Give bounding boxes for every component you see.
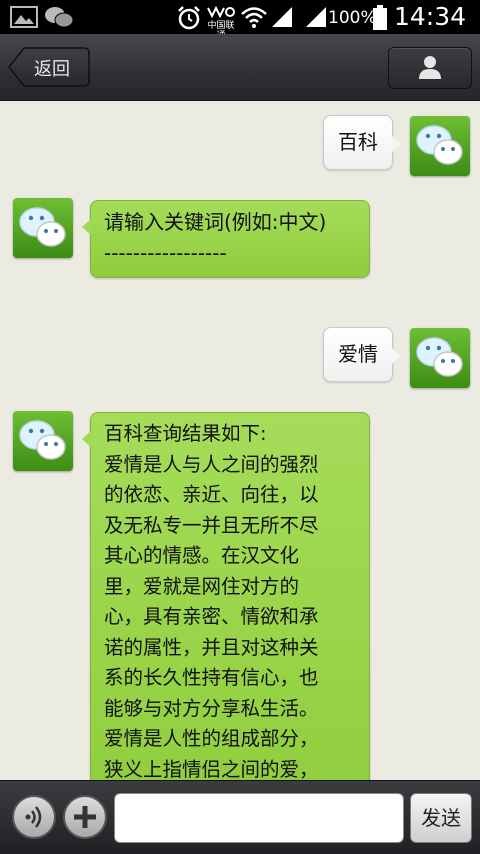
bot-avatar[interactable] xyxy=(13,198,73,258)
clock: 14:34 xyxy=(393,2,466,31)
message-input[interactable] xyxy=(114,793,404,843)
wechat-logo-icon xyxy=(416,337,463,377)
image-icon xyxy=(10,5,38,33)
battery-icon xyxy=(372,5,388,35)
plus-icon xyxy=(74,806,96,828)
chat-header: 返回 xyxy=(0,34,480,101)
battery-percent: 100% xyxy=(328,8,377,28)
send-button[interactable]: 发送 xyxy=(410,793,472,843)
alarm-icon xyxy=(176,5,202,35)
input-bar: 发送 xyxy=(0,780,480,854)
status-bar: 中国联通 100% 14:34 xyxy=(0,0,480,41)
voice-icon xyxy=(25,806,42,828)
message-list[interactable]: 百科 请输入关键词(例如:中文) ----------------- 爱情 百科… xyxy=(0,101,480,780)
user-avatar[interactable] xyxy=(410,328,470,388)
profile-button[interactable] xyxy=(388,47,472,89)
wechat-logo-icon xyxy=(19,207,66,247)
user-avatar[interactable] xyxy=(410,116,470,176)
signal-icon-2 xyxy=(304,5,328,33)
wechat-logo-icon xyxy=(416,125,463,165)
wechat-logo-icon xyxy=(19,420,66,460)
outgoing-message[interactable]: 百科 xyxy=(323,115,401,170)
back-button[interactable]: 返回 xyxy=(8,47,90,87)
person-icon xyxy=(419,56,441,79)
bot-avatar[interactable] xyxy=(13,411,73,471)
carrier-icon xyxy=(207,5,235,19)
signal-icon xyxy=(270,5,294,33)
incoming-message[interactable]: 百科查询结果如下: 爱情是人与人之间的强烈 的依恋、亲近、向往，以 及无私专一并… xyxy=(82,412,370,780)
outgoing-message[interactable]: 爱情 xyxy=(323,327,401,382)
wifi-icon xyxy=(240,5,268,33)
voice-button[interactable] xyxy=(12,795,56,839)
back-label: 返回 xyxy=(34,59,70,80)
more-button[interactable] xyxy=(63,795,107,839)
incoming-message[interactable]: 请输入关键词(例如:中文) ----------------- xyxy=(82,200,370,278)
wechat-notification-icon xyxy=(44,5,74,33)
